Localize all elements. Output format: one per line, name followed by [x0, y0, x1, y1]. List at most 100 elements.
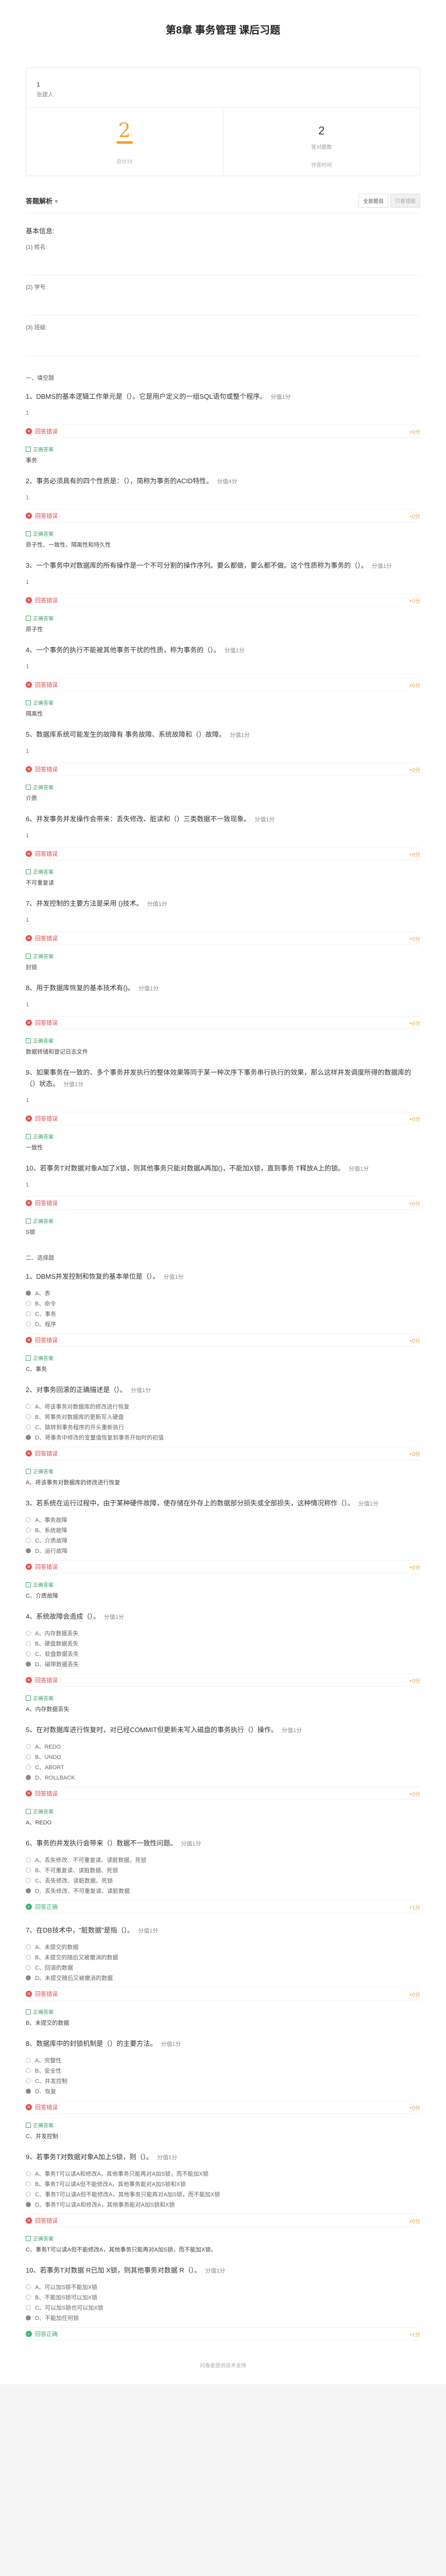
filter-buttons: 全部题目 只看错题 [358, 194, 420, 208]
points-earned: +0分 [409, 514, 420, 520]
question-points: 分值1分 [254, 817, 275, 823]
wrong-only-button[interactable]: 只看错题 [390, 194, 420, 208]
option-item[interactable]: A、表 [26, 1288, 420, 1298]
option-item[interactable]: D、ROLLBACK [26, 1772, 420, 1783]
question-title: 10、若事务T对数据对象A加了X锁，则其他事务只能对数据A再加()，不能加X锁，… [26, 1164, 345, 1172]
option-item[interactable]: D、恢复 [26, 2086, 420, 2096]
user-answer: 1 [26, 1002, 29, 1008]
question-title: 2、事务必须具有的四个性质是：（），简称为事务的ACID特性。 [26, 477, 213, 485]
option-item[interactable]: D、将事务中修改的变量值恢复到事务开始时的初值 [26, 1432, 420, 1443]
option-item[interactable]: C、介质故障 [26, 1535, 420, 1546]
option-item[interactable]: C、跳转到事务程序的开头重新执行 [26, 1422, 420, 1432]
answer-content: 基本信息: (1) 姓名: (2) 学号: (3) 班级: 一、填空题 1、DB… [26, 226, 420, 2341]
radio-icon [26, 1662, 31, 1667]
question-title: 3、一个事务中对数据库的所有操作是一个不可分割的操作序列。要么都做，要么都不做。… [26, 562, 368, 569]
option-item[interactable]: A、完整性 [26, 2055, 420, 2065]
option-item[interactable]: A、将该事务对数据库的修改进行恢复 [26, 1401, 420, 1412]
result-bar: ✕ 回答错误 +0分 [26, 1016, 420, 1029]
option-item[interactable]: B、未提交的随后又被撤消的数据 [26, 1952, 420, 1962]
radio-icon [26, 2284, 31, 2290]
option-item[interactable]: D、程序 [26, 1319, 420, 1329]
close-icon: ✕ [26, 1564, 32, 1570]
question-item: 8、用于数据库恢复的基本技术有()。 分值1分 1 ✕ 回答错误 +0分 正确答案 数据转储和… [26, 982, 420, 1056]
option-item[interactable]: A、丢失修改、不可重复读、读脏数据、死锁 [26, 1855, 420, 1865]
user-answer: 1 [26, 1182, 29, 1188]
standard-answer-title: 正确答案 [33, 2123, 54, 2129]
standard-answer-value: A、REDO [26, 1820, 52, 1826]
all-questions-button[interactable]: 全部题目 [358, 194, 388, 208]
option-item[interactable]: A、事务故障 [26, 1515, 420, 1525]
standard-answer: 正确答案 B、未提交的数据 [26, 2008, 420, 2027]
option-label: C、可以加S锁也可以加X锁 [35, 2305, 104, 2311]
option-item[interactable]: B、不可重复读、读脏数据、死锁 [26, 1865, 420, 1875]
option-label: B、不能加S锁可以加X锁 [35, 2295, 98, 2301]
option-item[interactable]: B、将事务对数据库的更新写入硬盘 [26, 1412, 420, 1422]
option-item[interactable]: C、事务 [26, 1309, 420, 1319]
points-earned: +0分 [409, 936, 420, 942]
basic-field: (2) 学号: [26, 283, 420, 316]
option-item[interactable]: D、未提交随后又被撤消的数据 [26, 1973, 420, 1983]
option-item[interactable]: C、丢失修改、读脏数据、死锁 [26, 1875, 420, 1886]
option-item[interactable]: C、事务T可以读A但不能修改A，其他事务只能再对A加S锁，而不能加X锁 [26, 2189, 420, 2199]
fill-list: 1、DBMS的基本逻辑工作单元是（）。它是用户定义的一组SQL语句或整个程序。分… [26, 391, 420, 1236]
option-item[interactable]: C、ABORT [26, 1762, 420, 1772]
option-item[interactable]: B、安全性 [26, 2065, 420, 2076]
correct-text: 回答正确 [35, 1904, 58, 1910]
question-item: 9、若事务T对数据对象A加上S锁，则（）。 分值1分 A、事务T可以读A和修改A，其… [26, 2151, 420, 2253]
standard-answer-title: 正确答案 [33, 1219, 54, 1225]
wrong-text: 回答错误 [35, 936, 58, 942]
option-item[interactable]: B、硬盘数据丢失 [26, 1638, 420, 1649]
result-card: 1 张建人 2 总分15 2 答对题数 作答时间 [26, 67, 420, 176]
question-item: 2、对事务回滚的正确描述是（）。 分值1分 A、将该事务对数据库的修改进行恢复 B、将… [26, 1384, 420, 1486]
option-item[interactable]: A、未提交的数据 [26, 1942, 420, 1952]
result-bar: ✕ 回答错误 +0分 [26, 1333, 420, 1347]
standard-answer-title: 正确答案 [33, 532, 54, 537]
option-list: A、REDO B、UNDO C、ABORT D、ROLLBACK [26, 1741, 420, 1783]
standard-answer-title: 正确答案 [33, 1469, 54, 1475]
standard-answer-value: C、并发控制 [26, 2133, 58, 2140]
standard-answer: 正确答案 C、事务 [26, 1354, 420, 1373]
radio-icon [26, 2202, 31, 2207]
option-item[interactable]: B、事务T可以读A但不能修改A，其他事务能对A加S锁和X锁 [26, 2179, 420, 2189]
result-bar: ✕ 回答错误 +0分 [26, 1787, 420, 1800]
answer-icon [26, 2123, 31, 2128]
analysis-title[interactable]: 答题解析 ▾ [26, 196, 58, 206]
option-label: C、事务T可以读A但不能修改A，其他事务只能再对A加S锁，而不能加X锁 [35, 2192, 220, 2198]
option-item[interactable]: B、UNDO [26, 1752, 420, 1762]
wrong-text: 回答错误 [35, 1564, 58, 1570]
option-item[interactable]: A、可以加S锁不能加X锁 [26, 2282, 420, 2292]
option-item[interactable]: A、内存数据丢失 [26, 1628, 420, 1638]
option-item[interactable]: B、不能加S锁可以加X锁 [26, 2292, 420, 2302]
option-item[interactable]: D、不能加任何锁 [26, 2313, 420, 2323]
option-item[interactable]: C、可以加S锁也可以加X锁 [26, 2302, 420, 2313]
result-bar: ✕ 回答错误 +0分 [26, 509, 420, 522]
option-item[interactable]: A、事务T可以读A和修改A，其他事务只能再对A加S锁，而不能加X锁 [26, 2168, 420, 2179]
radio-icon [26, 2068, 31, 2073]
option-item[interactable]: B、命令 [26, 1298, 420, 1309]
radio-icon [26, 1631, 31, 1636]
wrong-text: 回答错误 [35, 851, 58, 857]
result-label: ✕ 回答错误 [26, 1990, 58, 1998]
close-icon: ✕ [26, 1450, 32, 1456]
option-item[interactable]: D、运行故障 [26, 1546, 420, 1556]
result-bar: ✕ 回答错误 +0分 [26, 931, 420, 945]
close-icon: ✕ [26, 1337, 32, 1343]
stats-row: 2 总分15 2 答对题数 作答时间 [26, 108, 420, 176]
option-item[interactable]: C、回滚的数据 [26, 1962, 420, 1973]
option-item[interactable]: D、丢失修改、不可重复读、读脏数据 [26, 1886, 420, 1896]
option-item[interactable]: D、事务T可以读A和修改A，其他事务能对A加S锁和X锁 [26, 2199, 420, 2210]
answer-icon [26, 1218, 31, 1224]
question-item: 6、事务的并发执行会带来（）数据不一致性问题。 分值1分 A、丢失修改、不可重复读、… [26, 1838, 420, 1913]
option-item[interactable]: A、REDO [26, 1741, 420, 1752]
points-earned: +0分 [409, 1565, 420, 1571]
option-item[interactable]: B、系统故障 [26, 1525, 420, 1535]
question-points: 分值1分 [205, 2268, 226, 2274]
user-answer: 1 [26, 833, 29, 839]
result-bar: ✓ 回答正确 +1分 [26, 1900, 420, 1913]
option-item[interactable]: C、软盘数据丢失 [26, 1649, 420, 1659]
question-item: 1、DBMS的基本逻辑工作单元是（）。它是用户定义的一组SQL语句或整个程序。分… [26, 391, 420, 464]
wrong-text: 回答错误 [35, 513, 58, 519]
option-item[interactable]: C、并发控制 [26, 2076, 420, 2086]
result-bar: ✕ 回答错误 +0分 [26, 1196, 420, 1210]
option-item[interactable]: D、磁带数据丢失 [26, 1659, 420, 1669]
